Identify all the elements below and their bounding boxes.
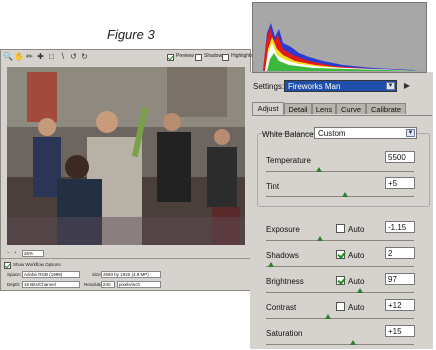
tab-lens[interactable]: Lens <box>312 103 336 114</box>
highlights-label: Highlights <box>231 53 253 59</box>
exposure-auto-label: Auto <box>348 225 365 234</box>
saturation-label: Saturation <box>266 329 303 338</box>
shadows-checkbox[interactable] <box>195 54 202 61</box>
white-balance-value: Custom <box>318 129 346 138</box>
brightness-slider-track[interactable] <box>266 292 414 293</box>
brightness-auto-checkbox[interactable] <box>336 276 345 285</box>
brightness-slider-thumb[interactable] <box>357 288 363 293</box>
size-select[interactable]: 2560 by 1920 (4.9 MP) <box>101 271 161 278</box>
tab-detail[interactable]: Detail <box>284 103 312 114</box>
shadows-slider-thumb[interactable] <box>268 262 274 267</box>
shadows-input[interactable]: 2 <box>385 247 415 259</box>
resolution-input[interactable]: 240 <box>101 281 115 288</box>
temperature-input[interactable]: 5500 <box>385 151 415 163</box>
rotate-right-icon[interactable]: ↻ <box>80 52 89 61</box>
color-sampler-icon[interactable]: ✚ <box>36 52 45 61</box>
zoom-level-select[interactable]: 26% <box>22 250 44 257</box>
exposure-label: Exposure <box>266 225 300 234</box>
white-balance-label: White Balance: <box>262 130 316 139</box>
settings-label: Settings: <box>253 82 285 91</box>
shadows-auto-label: Auto <box>348 251 365 260</box>
temperature-label: Temperature <box>266 156 311 165</box>
camera-raw-preview-window: 🔍 ✋ ✏ ✚ □ ∖ ↺ ↻ Preview Shadows Highligh… <box>0 49 253 292</box>
tab-calibrate[interactable]: Calibrate <box>366 103 406 114</box>
exposure-slider-track[interactable] <box>266 240 414 241</box>
white-balance-dropdown[interactable]: Custom ▼ <box>314 127 417 139</box>
contrast-label: Contrast <box>266 303 297 312</box>
saturation-input[interactable]: +15 <box>385 325 415 337</box>
rotate-left-icon[interactable]: ↺ <box>69 52 78 61</box>
histogram-graph <box>253 3 426 72</box>
tint-input[interactable]: +5 <box>385 177 415 189</box>
contrast-input[interactable]: +12 <box>385 299 415 311</box>
depth-select[interactable]: 16 Bits/Channel <box>22 281 80 288</box>
brightness-label: Brightness <box>266 277 304 286</box>
settings-value: Fireworks Man <box>288 82 341 91</box>
saturation-slider-thumb[interactable] <box>350 340 356 345</box>
tint-slider-thumb[interactable] <box>342 192 348 197</box>
eyedropper-icon[interactable]: ✏ <box>25 52 34 61</box>
chevron-down-icon[interactable]: ▼ <box>386 82 395 90</box>
preview-label: Preview <box>176 53 194 59</box>
highlights-checkbox[interactable] <box>222 54 229 61</box>
zoom-out-icon[interactable]: − <box>7 250 10 255</box>
brightness-auto-label: Auto <box>348 277 365 286</box>
temperature-slider-track[interactable] <box>266 171 414 172</box>
brightness-input[interactable]: 97 <box>385 273 415 285</box>
exposure-auto-checkbox[interactable] <box>336 224 345 233</box>
contrast-auto-label: Auto <box>348 303 365 312</box>
temperature-slider-thumb[interactable] <box>316 167 322 172</box>
shadows-label: Shadows <box>266 251 299 260</box>
exposure-input[interactable]: -1.15 <box>385 221 415 233</box>
exposure-slider-thumb[interactable] <box>317 236 323 241</box>
shadows-slider-track[interactable] <box>266 266 414 267</box>
settings-menu-icon[interactable]: ▶ <box>402 81 412 91</box>
workflow-options: Show Workflow Options Space: Adobe RGB (… <box>1 258 250 292</box>
contrast-auto-checkbox[interactable] <box>336 302 345 311</box>
chevron-down-icon[interactable]: ▼ <box>406 129 415 137</box>
histogram <box>252 2 427 73</box>
toolbar: 🔍 ✋ ✏ ✚ □ ∖ ↺ ↻ Preview Shadows Highligh… <box>3 52 253 65</box>
space-label: Space: <box>7 272 22 277</box>
straighten-icon[interactable]: ∖ <box>58 52 67 61</box>
space-select[interactable]: Adobe RGB (1998) <box>22 271 80 278</box>
tab-adjust[interactable]: Adjust <box>252 102 284 115</box>
figure-caption: Figure 3 <box>107 27 155 42</box>
tab-curve[interactable]: Curve <box>336 103 366 114</box>
shadows-auto-checkbox[interactable] <box>336 250 345 259</box>
tint-label: Tint <box>266 182 280 191</box>
preview-checkbox[interactable] <box>167 54 174 61</box>
show-workflow-label: Show Workflow Options <box>13 262 61 267</box>
crop-icon[interactable]: □ <box>47 52 56 61</box>
show-workflow-checkbox[interactable] <box>4 262 11 269</box>
depth-label: Depth: <box>7 282 21 287</box>
saturation-slider-track[interactable] <box>266 344 414 345</box>
tint-slider-track[interactable] <box>266 196 414 197</box>
zoom-icon[interactable]: 🔍 <box>3 52 13 61</box>
resolution-unit-select[interactable]: pixels/inch <box>117 281 161 288</box>
tab-bar: Adjust Detail Lens Curve Calibrate <box>252 102 432 115</box>
settings-dropdown[interactable]: Fireworks Man ▼ <box>284 80 397 92</box>
contrast-slider-thumb[interactable] <box>325 314 331 319</box>
photo-preview[interactable] <box>7 67 245 245</box>
hand-icon[interactable]: ✋ <box>14 52 24 61</box>
photo-image <box>7 67 245 245</box>
zoom-in-icon[interactable]: + <box>14 250 17 255</box>
contrast-slider-track[interactable] <box>266 318 414 319</box>
